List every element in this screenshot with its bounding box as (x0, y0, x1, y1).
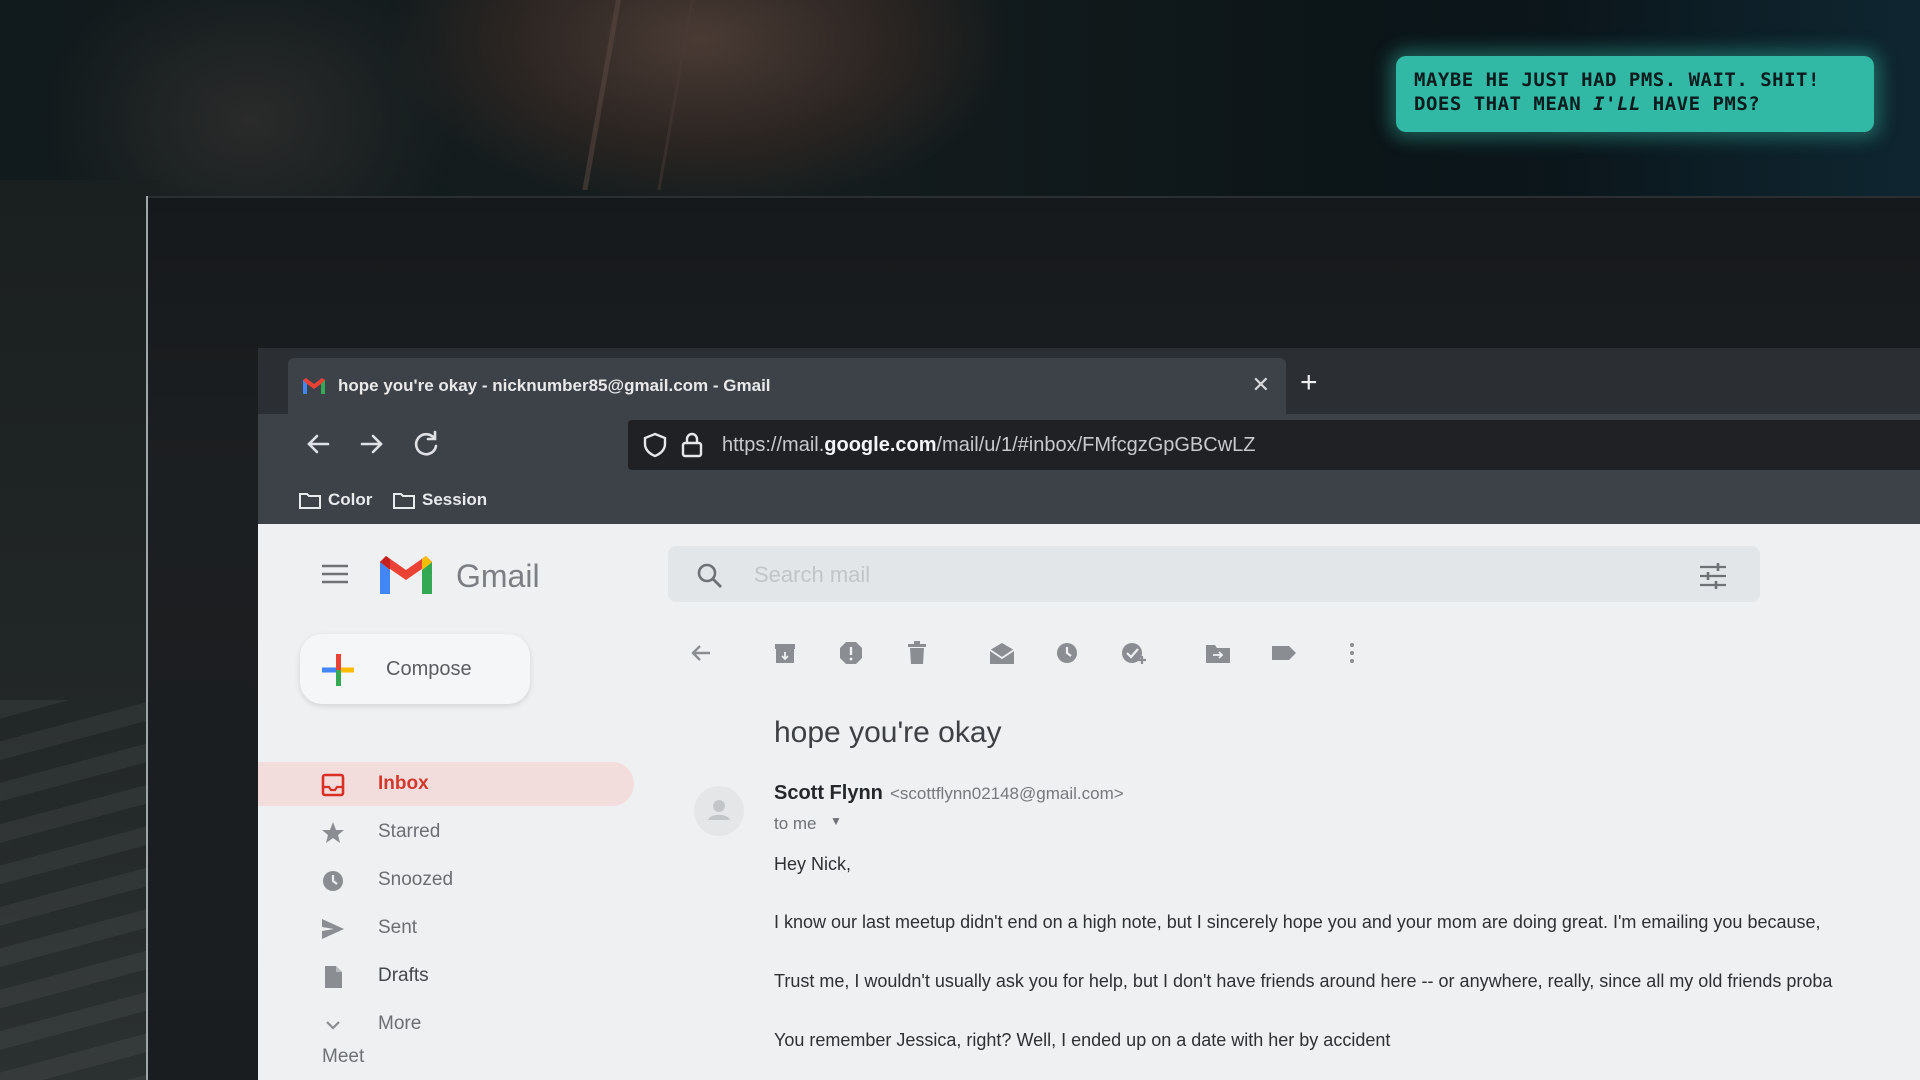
search-options-icon[interactable] (1698, 562, 1728, 590)
tab-gmail[interactable]: hope you're okay - nicknumber85@gmail.co… (288, 358, 1286, 414)
url-domain: google.com (824, 434, 937, 456)
move-to-icon[interactable] (1204, 640, 1232, 666)
person-icon (708, 800, 730, 820)
bookmarks-bar: Color Session (258, 476, 1920, 525)
recipient-details-caret-icon[interactable]: ▼ (830, 814, 842, 828)
gmail-app: Gmail Search mail Compose Inbox Starred … (258, 524, 1920, 1080)
gmail-logo-icon (380, 556, 432, 594)
message-toolbar (688, 632, 1788, 672)
snooze-icon[interactable] (1054, 640, 1080, 666)
bookmark-session[interactable]: Session (392, 490, 487, 510)
draft-icon (325, 966, 342, 988)
email-paragraph-3: You remember Jessica, right? Well, I end… (774, 1030, 1391, 1050)
chevron-down-icon (326, 1021, 340, 1030)
url-path: /mail/u/1/#inbox/FMfcgzGpGBCwLZ (936, 434, 1256, 456)
sender-email: <scottflynn02148@gmail.com> (890, 784, 1124, 803)
star-icon (322, 822, 344, 843)
bookmark-label: Session (422, 490, 488, 509)
search-input[interactable]: Search mail (754, 562, 870, 588)
forward-arrow-icon[interactable] (354, 426, 390, 462)
add-to-tasks-icon[interactable] (1120, 640, 1148, 666)
menu-icon[interactable] (320, 562, 350, 586)
nav-starred[interactable]: Starred (258, 810, 638, 854)
back-to-inbox-icon[interactable] (688, 640, 714, 666)
tab-close-icon[interactable]: ✕ (1252, 372, 1270, 398)
browser-window: hope you're okay - nicknumber85@gmail.co… (258, 348, 1920, 1080)
bookmark-label: Color (328, 490, 373, 509)
compose-plus-icon (322, 654, 354, 686)
scene-fabric (0, 700, 160, 1080)
nav-sent[interactable]: Sent (258, 906, 638, 950)
email-greeting: Hey Nick, (774, 854, 852, 874)
address-bar[interactable]: https://mail.google.com/mail/u/1/#inbox/… (628, 420, 1920, 470)
back-arrow-icon[interactable] (300, 426, 336, 462)
caption-text-b: HAVE PMS? (1640, 93, 1761, 115)
shield-icon[interactable] (642, 432, 668, 458)
navigation-bar: https://mail.google.com/mail/u/1/#inbox/… (258, 414, 1920, 476)
more-options-icon[interactable] (1348, 640, 1356, 666)
search-box[interactable]: Search mail (668, 546, 1760, 602)
report-spam-icon[interactable] (838, 640, 864, 666)
nav-drafts[interactable]: Drafts (258, 954, 638, 998)
nav-label: Starred (378, 821, 441, 842)
tab-title: hope you're okay - nicknumber85@gmail.co… (338, 376, 771, 395)
folder-icon (299, 493, 321, 509)
search-icon[interactable] (696, 562, 724, 590)
compose-button[interactable]: Compose (300, 634, 530, 704)
meet-section-label: Meet (322, 1046, 365, 1067)
reload-icon[interactable] (408, 426, 444, 462)
caption-text-a: DOES THAT MEAN (1414, 93, 1594, 115)
new-tab-button[interactable]: + (1300, 368, 1318, 398)
nav-label: Sent (378, 917, 418, 938)
delete-icon[interactable] (904, 640, 930, 666)
label-icon[interactable] (1270, 640, 1298, 666)
send-icon (322, 919, 344, 939)
tab-strip: hope you're okay - nicknumber85@gmail.co… (258, 348, 1920, 414)
lock-icon[interactable] (680, 432, 704, 458)
comic-caption: MAYBE HE JUST HAD PMS. WAIT. SHIT! DOES … (1396, 56, 1874, 132)
mark-unread-icon[interactable] (988, 640, 1016, 666)
monitor-edge-highlight (146, 196, 148, 1080)
clock-icon (323, 871, 343, 891)
archive-icon[interactable] (772, 640, 798, 666)
url-text[interactable]: https://mail.google.com/mail/u/1/#inbox/… (722, 434, 1256, 457)
url-prefix: https://mail. (722, 434, 825, 456)
gmail-wordmark: Gmail (456, 558, 540, 594)
nav-label: More (378, 1013, 422, 1034)
recipient-label[interactable]: to me (774, 814, 817, 834)
nav-inbox[interactable]: Inbox (258, 762, 634, 806)
sender-name: Scott Flynn (774, 782, 883, 804)
nav-more[interactable]: More (258, 1002, 638, 1046)
bookmark-color[interactable]: Color (298, 490, 372, 510)
compose-label: Compose (386, 658, 472, 680)
nav-label: Snoozed (378, 869, 454, 890)
folder-icon (393, 493, 415, 509)
gmail-favicon-icon (303, 378, 325, 394)
sender-avatar[interactable] (694, 786, 744, 836)
email-paragraph-2: Trust me, I wouldn't usually ask you for… (774, 971, 1833, 991)
inbox-icon (321, 773, 345, 797)
caption-line-1: MAYBE HE JUST HAD PMS. WAIT. SHIT! (1414, 69, 1820, 91)
nav-snoozed[interactable]: Snoozed (258, 858, 638, 902)
caption-line-2: DOES THAT MEAN I'LL HAVE PMS? (1414, 92, 1856, 116)
email-paragraph-1: I know our last meetup didn't end on a h… (774, 912, 1821, 932)
email-subject: hope you're okay (774, 716, 1002, 749)
caption-emphasis: I'LL (1593, 93, 1641, 115)
nav-label: Inbox (378, 773, 429, 794)
nav-label: Drafts (378, 965, 429, 986)
